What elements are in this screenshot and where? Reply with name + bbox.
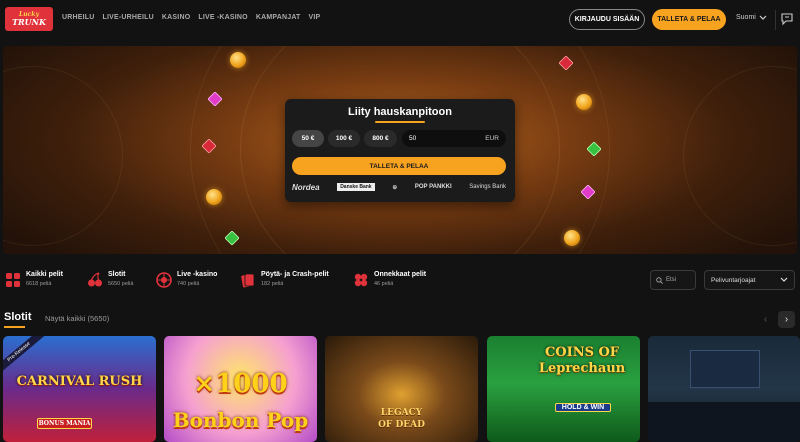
category-count: 6618 peliä [26, 281, 52, 287]
gold-coin-icon [564, 230, 580, 246]
game-tile-office[interactable] [648, 336, 800, 442]
nav-item-live-sports[interactable]: LIVE-URHEILU [103, 14, 154, 21]
language-selector[interactable]: Suomi [736, 14, 767, 21]
game-scene-desk [648, 402, 800, 442]
game-tile-legacy-of-dead[interactable]: LEGACY OF DEAD [325, 336, 478, 442]
clover-icon [354, 273, 368, 287]
section-underline [4, 326, 25, 328]
green-gem-icon [587, 142, 601, 156]
game-tile-carnival-rush[interactable]: Pre-Release CARNIVAL RUSH BONUS MANIA [3, 336, 156, 442]
category-live-casino[interactable]: Live -kasino 740 peliä [156, 270, 217, 288]
chevron-down-icon [759, 15, 767, 20]
title-underline [375, 121, 425, 123]
category-all-games[interactable]: Kaikki pelit 6618 peliä [5, 270, 63, 288]
roulette-icon [156, 272, 172, 288]
cards-icon [241, 273, 255, 288]
category-count: 740 peliä [177, 281, 200, 287]
main-nav: URHEILU LIVE-URHEILU KASINO LIVE -KASINO… [62, 14, 320, 21]
pink-gem-icon [581, 185, 595, 199]
category-name: Slotit [108, 271, 126, 278]
hero-deposit-play-button[interactable]: TALLETA & PELAA [292, 157, 506, 175]
amount-option-800[interactable]: 800 € [364, 130, 397, 147]
category-name: Live -kasino [177, 271, 218, 278]
nav-item-promotions[interactable]: KAMPANJAT [256, 14, 301, 21]
game-title: CARNIVAL RUSH [16, 374, 143, 389]
game-subtitle: OF DEAD [378, 420, 425, 430]
category-name: Pöytä- ja Crash-pelit [261, 271, 329, 278]
all-games-icon [6, 273, 20, 287]
carousel-prev-button[interactable]: ‹ [757, 311, 774, 328]
cherries-icon [88, 272, 102, 287]
brand-logo[interactable]: Lucky TRUNK [5, 7, 53, 31]
bank-logos: Nordea Danske Bank ⊕ POP PANKKI Savings … [292, 181, 506, 193]
search-icon [656, 276, 663, 284]
nav-item-casino[interactable]: KASINO [162, 14, 190, 21]
nordea-logo: Nordea [292, 182, 320, 192]
carousel-next-button[interactable]: › [778, 311, 795, 328]
amount-value: 50 [409, 135, 417, 142]
amount-option-50[interactable]: 50 € [292, 130, 324, 147]
category-name: Kaikki pelit [26, 271, 63, 278]
game-subtitle: BONUS MANIA [37, 418, 92, 429]
deposit-play-button[interactable]: TALLETA & PELAA [652, 9, 726, 30]
login-button[interactable]: KIRJAUDU SISÄÄN [569, 9, 645, 30]
category-count: 182 peliä [261, 281, 284, 287]
amount-input[interactable]: 50 EUR [402, 130, 506, 147]
amount-option-100[interactable]: 100 € [328, 130, 360, 147]
game-title: COINS OF Leprechaun [538, 345, 626, 376]
category-table-crash[interactable]: Pöytä- ja Crash-pelit 182 peliä [240, 270, 329, 288]
pre-release-badge: Pre-Release [3, 336, 45, 375]
game-subtitle: HOLD & WIN [555, 403, 611, 412]
language-label: Suomi [736, 14, 756, 21]
see-all-link[interactable]: Näytä kaikki (5650) [45, 314, 109, 323]
game-tile-coins-of-leprechaun[interactable]: COINS OF Leprechaun HOLD & WIN [487, 336, 640, 442]
danske-bank-logo: Danske Bank [337, 183, 375, 191]
red-gem-icon [559, 56, 573, 70]
chevron-down-icon [780, 277, 788, 282]
category-count: 46 peliä [374, 281, 394, 287]
top-bar: Lucky TRUNK URHEILU LIVE-URHEILU KASINO … [0, 0, 800, 40]
category-slots[interactable]: Slotit 5650 peliä [87, 270, 133, 288]
category-count: 5650 peliä [108, 281, 134, 287]
currency-label: EUR [485, 135, 499, 142]
game-subtitle: Bonbon Pop [172, 408, 309, 432]
category-name: Onnekkaat pelit [374, 271, 427, 278]
provider-select[interactable]: Pelivuntarjoajat [704, 270, 795, 290]
gold-coin-icon [576, 94, 592, 110]
brand-line2: TRUNK [12, 17, 46, 27]
game-title: LEGACY [380, 408, 423, 418]
signup-title: Liity hauskanpitoon [348, 106, 452, 118]
game-scene-screen [690, 350, 760, 388]
globe-bank-icon: ⊕ [392, 184, 398, 191]
category-lucky-games[interactable]: Onnekkaat pelit 46 peliä [353, 270, 426, 288]
nav-item-sports[interactable]: URHEILU [62, 14, 95, 21]
savings-bank-logo: Savings Bank [469, 184, 506, 190]
section-title: Slotit [4, 311, 32, 323]
gold-coin-icon [206, 189, 222, 205]
header-divider [775, 10, 776, 30]
nav-item-live-casino[interactable]: LIVE -KASINO [198, 14, 247, 21]
search-input[interactable]: Etsi [650, 270, 696, 290]
hero-ornament [683, 66, 797, 246]
chat-icon[interactable] [780, 12, 794, 26]
green-gem-icon [225, 231, 239, 245]
red-gem-icon [202, 139, 216, 153]
hero-ornament [3, 66, 123, 246]
nav-item-vip[interactable]: VIP [309, 14, 321, 21]
gold-coin-icon [230, 52, 246, 68]
game-tile-bonbon-pop[interactable]: ×1000 Bonbon Pop [164, 336, 317, 442]
provider-label: Pelivuntarjoajat [711, 276, 756, 284]
game-title: ×1000 [193, 369, 288, 399]
search-placeholder: Etsi [666, 277, 677, 283]
pink-gem-icon [208, 92, 222, 106]
pop-pankki-logo: POP PANKKI [414, 184, 452, 190]
